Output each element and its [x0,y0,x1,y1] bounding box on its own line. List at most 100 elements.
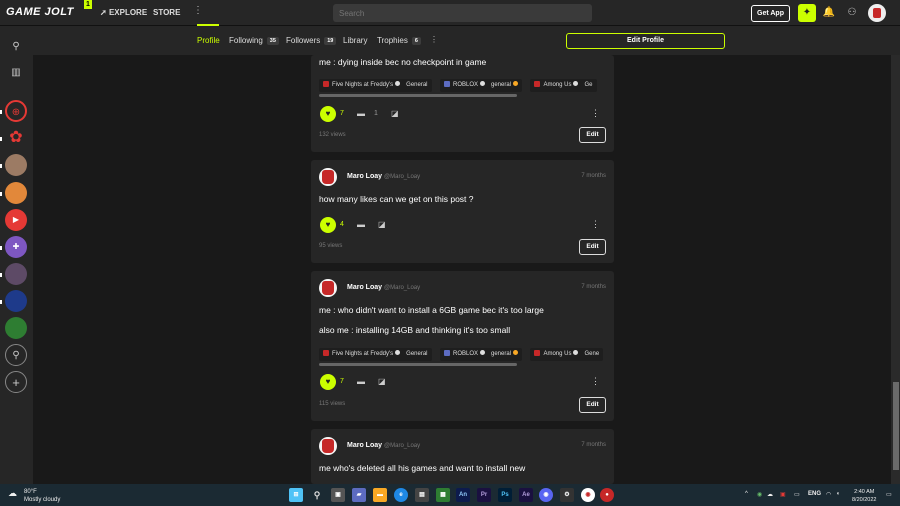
community-icon-plus[interactable]: ⊕ [5,100,27,122]
task-view-icon[interactable]: ▣ [331,488,345,502]
activity-icon[interactable]: ⚲ [5,36,27,58]
post-age[interactable]: 7 months [581,173,606,179]
community-icon-art[interactable] [5,263,27,285]
friends-icon[interactable]: ⚇ [843,4,861,22]
author-avatar[interactable] [319,279,337,297]
chevron-up-icon[interactable]: ^ [745,491,748,497]
tag-chip[interactable]: ROBLOX general [439,79,523,92]
author-name[interactable]: Maro Loay @Maro_Loay [347,442,420,449]
sticker-icon[interactable]: ◪ [378,377,386,386]
weather-widget[interactable]: ☁ 80°F Mostly cloudy [8,488,60,504]
onedrive-icon[interactable]: ☁ [767,491,773,498]
more-menu-icon[interactable]: ⋮ [193,5,203,16]
verified-icon [573,350,579,355]
more-options-icon[interactable]: ⋮ [591,108,600,119]
tag-channel: General [406,82,428,88]
get-app-button[interactable]: Get App [751,5,790,22]
tab-trophies[interactable]: Trophies 6 [377,36,421,45]
search-communities-icon[interactable]: ⚲ [5,344,27,366]
user-avatar[interactable] [868,4,886,22]
author-name[interactable]: Maro Loay @Maro_Loay [347,173,420,180]
gamepad-icon[interactable]: ✚ [5,236,27,258]
edge-icon[interactable]: e [394,488,408,502]
wifi-icon[interactable]: ◠ [826,491,831,498]
community-icon-paw[interactable]: ✿ [5,127,27,149]
fnf-community-icon[interactable] [5,290,27,312]
discord-icon[interactable]: ◉ [539,488,553,502]
tag-chip[interactable]: Among Us Gene [530,348,604,361]
library-icon[interactable]: ▥ [5,62,27,84]
minecraft-icon[interactable] [5,317,27,339]
search-icon[interactable]: ⚲ [310,488,324,502]
sticker-icon[interactable]: ◪ [391,109,399,118]
more-options-icon[interactable]: ⋮ [591,376,600,387]
author-name[interactable]: Maro Loay @Maro_Loay [347,284,420,291]
heart-icon[interactable]: ♥ [320,217,336,233]
tag-chip[interactable]: Among Us Ge [530,79,597,92]
after-effects-icon[interactable]: Ae [519,488,533,502]
author-avatar[interactable] [319,437,337,455]
premiere-icon[interactable]: Pr [477,488,491,502]
tags-scrollbar[interactable] [319,94,517,97]
comment-icon[interactable]: ▬ [357,109,365,118]
add-community-icon[interactable]: + [5,371,27,393]
tag-name: Five Nights at Freddy's [332,82,394,88]
teams-chat-icon[interactable]: ▰ [352,488,366,502]
indicator-dot [0,192,2,196]
quests-icon[interactable]: ✦ [798,4,816,22]
edit-profile-button[interactable]: Edit Profile [566,33,725,49]
tab-profile[interactable]: Profile [197,36,220,45]
post-age[interactable]: 7 months [581,442,606,448]
comment-icon[interactable]: ▬ [357,377,365,386]
time: 2:40 AM [854,489,875,495]
heart-icon[interactable]: ♥ [320,106,336,122]
author-avatar[interactable] [319,168,337,186]
scrollbar-thumb[interactable] [893,382,899,470]
tab-label: Followers [286,36,321,45]
heart-icon[interactable]: ♥ [320,374,336,390]
notification-icon[interactable]: ▭ [886,491,892,498]
record-icon[interactable]: ● [600,488,614,502]
file-explorer-icon[interactable]: ▬ [373,488,387,502]
community-icon-orange[interactable] [5,182,27,204]
tab-following[interactable]: Following 35 [229,36,279,45]
notification-badge: 1 [84,0,92,9]
app-icon[interactable]: ▦ [436,488,450,502]
more-options-icon[interactable]: ⋮ [591,219,600,230]
explore-link[interactable]: ➚ EXPLORE [100,8,147,17]
comment-icon[interactable]: ▬ [357,220,365,229]
volume-icon[interactable]: ◖ [836,491,840,497]
tag-chip[interactable]: Five Nights at Freddy's General [319,348,432,361]
tray-app-icon[interactable]: ◉ [757,491,762,498]
windows-start-icon[interactable]: ⊞ [289,488,303,502]
explore-label: EXPLORE [108,8,148,17]
clock[interactable]: 2:40 AM 8/20/2022 [852,488,876,504]
language-indicator[interactable]: ENG [808,491,821,497]
tab-library[interactable]: Library [343,36,367,45]
chrome-icon[interactable]: ◉ [581,488,595,502]
tab-followers[interactable]: Followers 19 [286,36,337,45]
sticker-icon[interactable]: ◪ [378,220,386,229]
bell-icon[interactable]: 🔔 [820,4,838,22]
tray-icon[interactable]: ▭ [794,491,800,498]
gamejolt-logo[interactable]: GAME JOLT [6,6,74,18]
edit-post-button[interactable]: Edit [579,239,606,255]
community-icon-photo[interactable] [5,154,27,176]
post-age[interactable]: 7 months [581,284,606,290]
youtube-icon[interactable]: ▶ [5,209,27,231]
store-link[interactable]: STORE [153,8,180,17]
store-icon[interactable]: ▤ [415,488,429,502]
search-input[interactable] [333,4,592,22]
tags-scrollbar[interactable] [319,363,517,366]
tray-game-icon[interactable]: ▣ [780,491,786,498]
photoshop-icon[interactable]: Ps [498,488,512,502]
tag-chip[interactable]: Five Nights at Freddy's General [319,79,432,92]
animate-icon[interactable]: An [456,488,470,502]
edit-post-button[interactable]: Edit [579,127,606,143]
cloud-icon: ☁ [8,488,17,498]
tag-chip[interactable]: ROBLOX general [439,348,523,361]
edit-post-button[interactable]: Edit [579,397,606,413]
game-icon[interactable]: ⚙ [560,488,574,502]
compass-icon: ➚ [100,8,107,17]
more-icon[interactable]: ⋮ [430,35,438,44]
